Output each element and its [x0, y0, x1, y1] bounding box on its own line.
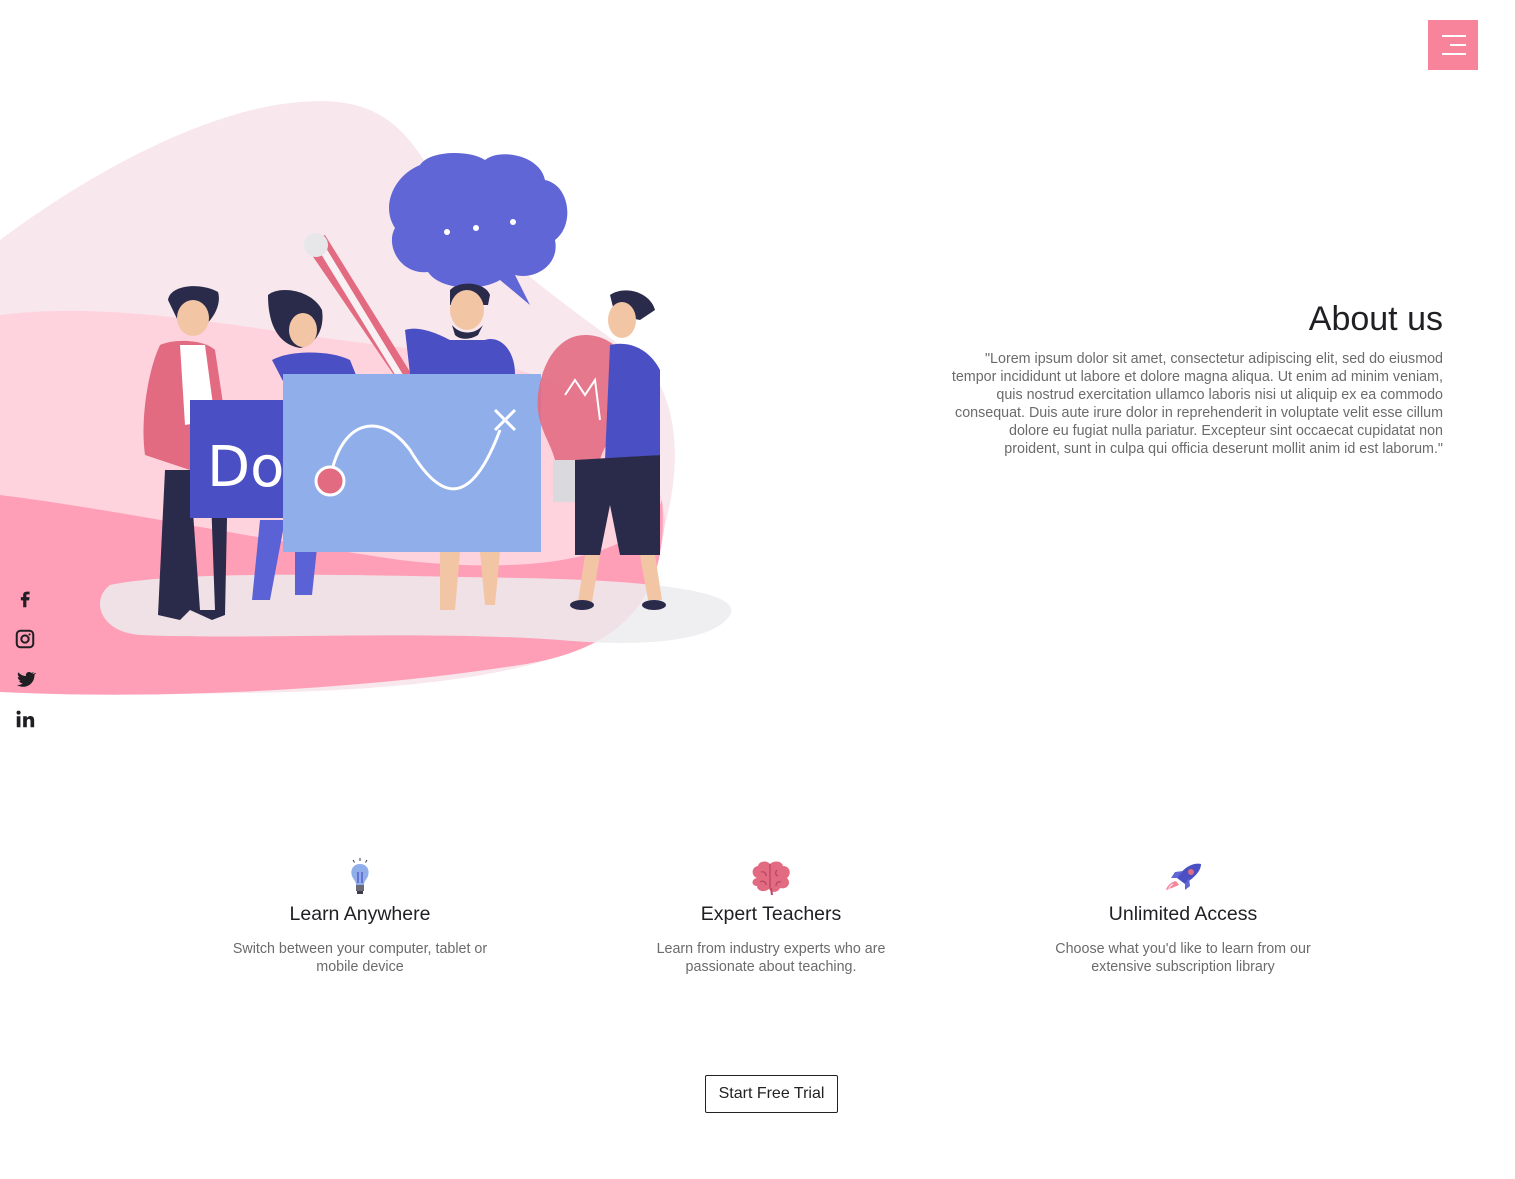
feature-text: Learn from industry experts who are pass… — [656, 941, 886, 975]
feature-unlimited-access: Unlimited Access Choose what you'd like … — [1033, 858, 1333, 976]
about-section: About us "Lorem ipsum dolor sit amet, co… — [950, 300, 1443, 458]
social-links — [14, 588, 38, 748]
plan-board — [283, 374, 541, 552]
team-collaboration-illustration: Do! — [0, 101, 732, 695]
twitter-icon[interactable] — [14, 668, 36, 690]
feature-expert-teachers: Expert Teachers Learn from industry expe… — [621, 858, 921, 976]
linkedin-icon[interactable] — [14, 708, 36, 730]
start-free-trial-button[interactable]: Start Free Trial — [705, 1075, 838, 1113]
brain-icon — [752, 861, 790, 896]
feature-title: Unlimited Access — [1108, 903, 1258, 925]
hamburger-line — [1442, 53, 1466, 55]
lightbulb-icon — [351, 858, 369, 894]
features-section: Learn Anywhere Switch between your compu… — [0, 858, 1515, 998]
feature-title: Learn Anywhere — [289, 903, 431, 925]
about-title: About us — [1308, 300, 1443, 338]
menu-button[interactable] — [1428, 20, 1478, 70]
feature-learn-anywhere: Learn Anywhere Switch between your compu… — [210, 858, 510, 976]
hamburger-menu-icon — [1442, 35, 1466, 37]
instagram-icon[interactable] — [14, 628, 36, 650]
about-text: "Lorem ipsum dolor sit amet, consectetur… — [951, 351, 1443, 457]
feature-title: Expert Teachers — [700, 903, 842, 925]
feature-text: Switch between your computer, tablet or … — [232, 941, 488, 975]
hamburger-line — [1450, 44, 1466, 46]
feature-text: Choose what you'd like to learn from our… — [1055, 941, 1311, 975]
facebook-icon[interactable] — [14, 588, 36, 610]
rocket-icon — [1166, 863, 1201, 890]
